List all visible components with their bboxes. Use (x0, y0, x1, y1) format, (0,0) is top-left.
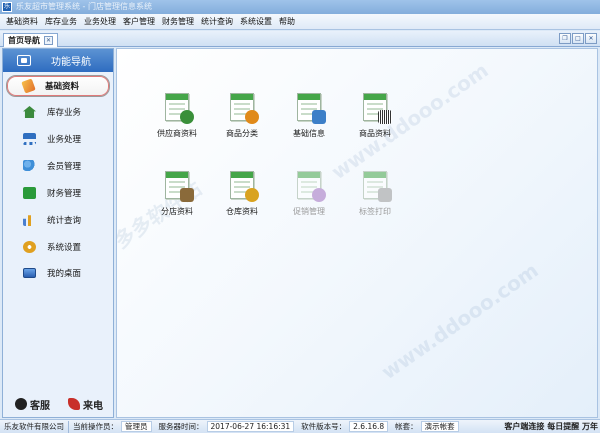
store-icon (165, 171, 194, 202)
module-label: 标签打印 (359, 207, 391, 216)
module-label: 基础信息 (293, 129, 325, 138)
promotion-icon (297, 171, 326, 202)
sidebar-item-label: 基础资料 (45, 82, 80, 92)
window-controls: ❐ □ ✕ (559, 33, 597, 44)
supplier-icon (165, 93, 194, 124)
status-server-time-label: 服务器时间： (158, 421, 204, 431)
tab-label: 首页导航 (8, 36, 40, 45)
info-icon (297, 93, 326, 124)
sidebar-item-label: 业务处理 (47, 135, 82, 145)
sidebar-item-label: 会员管理 (47, 162, 82, 172)
status-operator-label: 当前操作员： (73, 421, 118, 431)
status-bar: 乐友软件有限公司 当前操作员： 管理员 服务器时间： 2017-06-27 16… (0, 419, 600, 433)
app-logo-icon: 乐 (2, 2, 12, 12)
warehouse-icon (230, 171, 259, 202)
navigation-icon (17, 55, 31, 66)
bar-chart-icon (23, 215, 32, 226)
module-category[interactable]: 商品分类 (212, 93, 272, 139)
sidebar-item-inventory[interactable]: 库存业务 (3, 101, 113, 123)
sidebar: 功能导航 基础资料 库存业务 业务处理 会员管理 财务管理 统计查询 系统设置 … (2, 48, 114, 418)
house-icon (23, 106, 36, 118)
status-right-links[interactable]: 客户端连接 每日提醒 万年 (504, 421, 600, 432)
barcode-icon (363, 93, 392, 124)
menu-customers[interactable]: 客户管理 (123, 16, 155, 27)
sidebar-contact: 客服 来电 (3, 395, 113, 413)
module-label: 供应商资料 (157, 129, 197, 138)
pencil-icon (21, 78, 36, 94)
watermark: www.ddooo.com (376, 257, 543, 385)
menu-business[interactable]: 业务处理 (84, 16, 116, 27)
close-icon[interactable]: ✕ (44, 36, 53, 45)
users-icon (23, 160, 36, 172)
module-label: 促销管理 (293, 207, 325, 216)
sidebar-item-label: 财务管理 (47, 189, 82, 199)
menu-finance[interactable]: 财务管理 (162, 16, 194, 27)
menu-basic-data[interactable]: 基础资料 (6, 16, 38, 27)
customer-service-button[interactable]: 客服 (15, 397, 50, 412)
sidebar-item-finance[interactable]: 财务管理 (3, 182, 113, 204)
sidebar-title: 功能导航 (51, 57, 91, 68)
menu-statistics[interactable]: 统计查询 (201, 16, 233, 27)
restore-icon[interactable]: ❐ (559, 33, 571, 44)
module-supplier[interactable]: 供应商资料 (147, 93, 207, 139)
module-label-print: 标签打印 (345, 171, 405, 217)
tab-strip: 首页导航 ✕ ❐ □ ✕ (0, 31, 600, 47)
status-company: 乐友软件有限公司 (0, 420, 69, 433)
cart-icon (23, 133, 36, 145)
window-title: 乐友超市管理系统 - 门店管理信息系统 (16, 2, 152, 11)
monitor-icon (23, 268, 36, 278)
main-panel: www.ddooo.com 多多软件站 www.ddooo.com 供应商资料 … (116, 48, 598, 418)
maximize-icon[interactable]: □ (572, 33, 584, 44)
tab-home-nav[interactable]: 首页导航 ✕ (3, 33, 58, 47)
chart-line-icon (23, 187, 36, 199)
gear-icon (23, 241, 36, 253)
module-label: 商品资料 (359, 129, 391, 138)
phone-label: 来电 (83, 400, 103, 412)
status-server-time: 2017-06-27 16:16:31 (206, 421, 295, 432)
module-warehouse[interactable]: 仓库资料 (212, 171, 272, 217)
category-icon (230, 93, 259, 124)
phone-button[interactable]: 来电 (68, 397, 103, 412)
module-branch[interactable]: 分店资料 (147, 171, 207, 217)
sidebar-item-label: 我的桌面 (47, 269, 82, 279)
sidebar-item-members[interactable]: 会员管理 (3, 155, 113, 177)
status-account: 演示帐套 (420, 421, 459, 432)
module-label: 分店资料 (161, 207, 193, 216)
close-window-icon[interactable]: ✕ (585, 33, 597, 44)
status-operator: 管理员 (121, 421, 152, 432)
sidebar-item-label: 统计查询 (47, 216, 82, 226)
customer-service-icon (15, 398, 27, 410)
sidebar-item-settings[interactable]: 系统设置 (3, 236, 113, 258)
sidebar-item-label: 系统设置 (47, 243, 82, 253)
module-basic-info[interactable]: 基础信息 (279, 93, 339, 139)
menu-settings[interactable]: 系统设置 (240, 16, 272, 27)
sidebar-item-desktop[interactable]: 我的桌面 (3, 262, 113, 284)
sidebar-item-business[interactable]: 业务处理 (3, 128, 113, 150)
label-print-icon (363, 171, 392, 202)
sidebar-item-basic-data[interactable]: 基础资料 (6, 75, 110, 97)
title-bar: 乐 乐友超市管理系统 - 门店管理信息系统 (0, 0, 600, 14)
module-label: 商品分类 (226, 129, 258, 138)
status-version: 2.6.16.8 (349, 421, 389, 432)
menu-inventory[interactable]: 库存业务 (45, 16, 77, 27)
menu-help[interactable]: 帮助 (279, 16, 295, 27)
customer-service-label: 客服 (30, 400, 50, 412)
module-promotion: 促销管理 (279, 171, 339, 217)
phone-icon (68, 398, 80, 410)
status-version-label: 软件版本号： (301, 421, 347, 431)
sidebar-item-statistics[interactable]: 统计查询 (3, 209, 113, 231)
sidebar-header: 功能导航 (3, 49, 113, 72)
module-products[interactable]: 商品资料 (345, 93, 405, 139)
menu-bar: 基础资料 库存业务 业务处理 客户管理 财务管理 统计查询 系统设置 帮助 (0, 14, 600, 30)
sidebar-item-label: 库存业务 (47, 108, 82, 118)
module-label: 仓库资料 (226, 207, 258, 216)
status-account-label: 帐套： (395, 421, 418, 431)
